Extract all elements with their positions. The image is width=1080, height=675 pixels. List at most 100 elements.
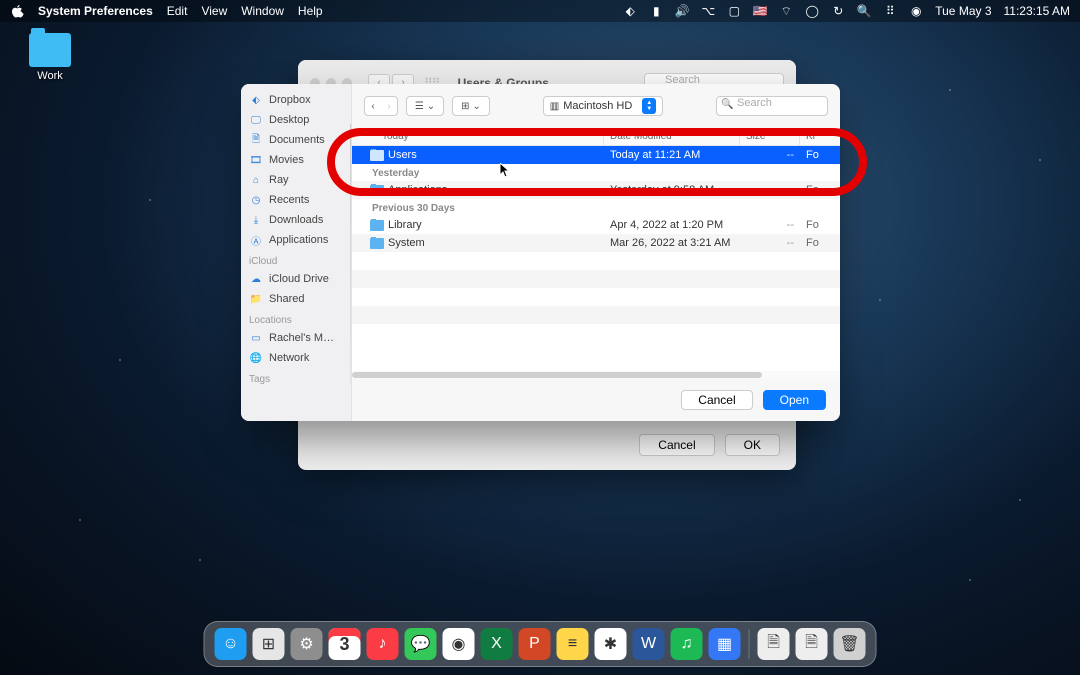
sidebar-item-downloads[interactable]: ⤓Downloads bbox=[241, 210, 351, 230]
file-name: Users bbox=[388, 149, 417, 161]
dock-messages[interactable]: 💬 bbox=[405, 628, 437, 660]
empty-row bbox=[352, 306, 840, 324]
file-modified: Apr 4, 2022 at 1:20 PM bbox=[604, 219, 740, 231]
menu-edit[interactable]: Edit bbox=[167, 4, 188, 18]
menu-help[interactable]: Help bbox=[298, 4, 323, 18]
search-input[interactable]: Search bbox=[716, 96, 828, 116]
dock-trash[interactable]: 🗑 bbox=[834, 628, 866, 660]
sidebar-item-desktop[interactable]: 🖵Desktop bbox=[241, 110, 351, 130]
file-modified: Yesterday at 9:58 AM bbox=[604, 184, 740, 196]
location-popup[interactable]: ▥ Macintosh HD ▲▼ bbox=[543, 96, 664, 116]
file-row-applications[interactable]: ApplicationsYesterday at 9:58 AM--Fo bbox=[352, 181, 840, 199]
column-kind[interactable]: Ki bbox=[800, 128, 840, 145]
sidebar-item-rachel-s-m-[interactable]: ▭Rachel's M… bbox=[241, 328, 351, 348]
sidebar: ⬖Dropbox🖵Desktop🗎Documents🎞Movies⌂Ray◷Re… bbox=[241, 84, 352, 421]
battery-icon[interactable]: ▮ bbox=[649, 4, 663, 18]
folder-icon bbox=[370, 220, 384, 231]
column-modified[interactable]: Date Modified bbox=[604, 128, 740, 145]
sidebar-item-ray[interactable]: ⌂Ray bbox=[241, 170, 351, 190]
column-headers[interactable]: Today⌃ Date Modified Size Ki bbox=[352, 128, 840, 146]
file-size: -- bbox=[740, 149, 800, 161]
control-center-icon[interactable]: ⠿ bbox=[883, 4, 897, 18]
prefs-ok-button[interactable]: OK bbox=[725, 434, 780, 456]
menubar-date[interactable]: Tue May 3 bbox=[935, 4, 991, 18]
file-row-users[interactable]: UsersToday at 11:21 AM--Fo bbox=[352, 146, 840, 164]
dock-settings[interactable]: ⚙ bbox=[291, 628, 323, 660]
menubar-time[interactable]: 11:23:15 AM bbox=[1004, 4, 1071, 18]
sidebar-item-label: Dropbox bbox=[269, 94, 311, 106]
apple-menu[interactable] bbox=[10, 4, 24, 18]
dock-word[interactable]: W bbox=[633, 628, 665, 660]
sidebar-item-documents[interactable]: 🗎Documents bbox=[241, 130, 351, 150]
nav-back-forward[interactable]: ‹› bbox=[364, 96, 398, 116]
dock-finder[interactable]: ☺ bbox=[215, 628, 247, 660]
horizontal-scrollbar[interactable] bbox=[352, 371, 840, 379]
dock-misc[interactable]: ▦ bbox=[709, 628, 741, 660]
view-grid-button[interactable]: ⊞⌄ bbox=[452, 96, 490, 116]
column-name: Today⌃ bbox=[352, 128, 604, 145]
sidebar-item-label: Desktop bbox=[269, 114, 309, 126]
menu-view[interactable]: View bbox=[201, 4, 227, 18]
empty-row bbox=[352, 324, 840, 342]
dock-calendar[interactable]: 3 bbox=[329, 628, 361, 660]
empty-row bbox=[352, 270, 840, 288]
file-modified: Mar 26, 2022 at 3:21 AM bbox=[604, 237, 740, 249]
spotlight-icon[interactable]: 🔍 bbox=[857, 4, 871, 18]
dropbox-icon[interactable]: ⬖ bbox=[623, 4, 637, 18]
dock-chrome[interactable]: ◉ bbox=[443, 628, 475, 660]
battery-percent-icon[interactable]: ▢ bbox=[727, 4, 741, 18]
dock-spotify[interactable]: ♫ bbox=[671, 628, 703, 660]
app-name[interactable]: System Preferences bbox=[38, 4, 153, 18]
sidebar-item-label: iCloud Drive bbox=[269, 273, 329, 285]
file-row-system[interactable]: SystemMar 26, 2022 at 3:21 AM--Fo bbox=[352, 234, 840, 252]
cancel-button[interactable]: Cancel bbox=[681, 390, 752, 410]
dock-doc2[interactable]: 🗎 bbox=[796, 628, 828, 660]
list-icon: ☰ bbox=[415, 101, 424, 112]
dock-doc[interactable]: 🗎 bbox=[758, 628, 790, 660]
siri-icon[interactable]: ◉ bbox=[909, 4, 923, 18]
sidebar-item-network[interactable]: 🌐Network bbox=[241, 348, 351, 368]
column-size[interactable]: Size bbox=[740, 128, 800, 145]
open-button[interactable]: Open bbox=[763, 390, 826, 410]
sidebar-item-movies[interactable]: 🎞Movies bbox=[241, 150, 351, 170]
globe-icon: 🌐 bbox=[249, 351, 263, 365]
file-row-library[interactable]: LibraryApr 4, 2022 at 1:20 PM--Fo bbox=[352, 216, 840, 234]
view-list-button[interactable]: ☰⌄ bbox=[406, 96, 444, 116]
flag-icon[interactable]: 🇺🇸 bbox=[753, 4, 767, 18]
file-size: -- bbox=[740, 237, 800, 249]
location-label: Macintosh HD bbox=[563, 100, 632, 112]
file-kind: Fo bbox=[800, 219, 840, 231]
prefs-cancel-button[interactable]: Cancel bbox=[639, 434, 714, 456]
sidebar-item-icloud-drive[interactable]: ☁iCloud Drive bbox=[241, 269, 351, 289]
sidebar-item-dropbox[interactable]: ⬖Dropbox bbox=[241, 90, 351, 110]
timemachine-icon[interactable]: ↻ bbox=[831, 4, 845, 18]
sidebar-item-applications[interactable]: Ⓐ Applications bbox=[241, 230, 351, 250]
dock-launchpad[interactable]: ⊞ bbox=[253, 628, 285, 660]
dock-music[interactable]: ♪ bbox=[367, 628, 399, 660]
folder-icon bbox=[370, 238, 384, 249]
dock-notes[interactable]: ≡ bbox=[557, 628, 589, 660]
hard-disk-icon: ▥ bbox=[550, 101, 559, 112]
sidebar-item-label: Ray bbox=[269, 174, 289, 186]
bluetooth-icon[interactable]: ⌥ bbox=[701, 4, 715, 18]
user-icon[interactable]: ◯ bbox=[805, 4, 819, 18]
chevron-down-icon: ⌄ bbox=[473, 101, 481, 112]
dock-excel[interactable]: X bbox=[481, 628, 513, 660]
wifi-icon[interactable]: ⌔ bbox=[779, 4, 793, 18]
group-header: Yesterday bbox=[352, 164, 840, 181]
dock-powerpoint[interactable]: P bbox=[519, 628, 551, 660]
sidebar-item-recents[interactable]: ◷Recents bbox=[241, 190, 351, 210]
sidebar-item-label: Rachel's M… bbox=[269, 332, 334, 344]
apps-icon: Ⓐ bbox=[249, 233, 263, 247]
shared-icon: 📁 bbox=[249, 292, 263, 306]
menu-window[interactable]: Window bbox=[241, 4, 284, 18]
file-name: System bbox=[388, 237, 425, 249]
file-name: Library bbox=[388, 219, 422, 231]
chevron-left-icon: ‹ bbox=[365, 101, 381, 112]
dock-slack[interactable]: ✱ bbox=[595, 628, 627, 660]
volume-icon[interactable]: 🔊 bbox=[675, 4, 689, 18]
desktop-folder-work[interactable]: Work bbox=[19, 33, 81, 82]
sidebar-item-label: Applications bbox=[269, 234, 328, 246]
sidebar-item-shared[interactable]: 📁Shared bbox=[241, 289, 351, 309]
download-icon: ⤓ bbox=[249, 213, 263, 227]
